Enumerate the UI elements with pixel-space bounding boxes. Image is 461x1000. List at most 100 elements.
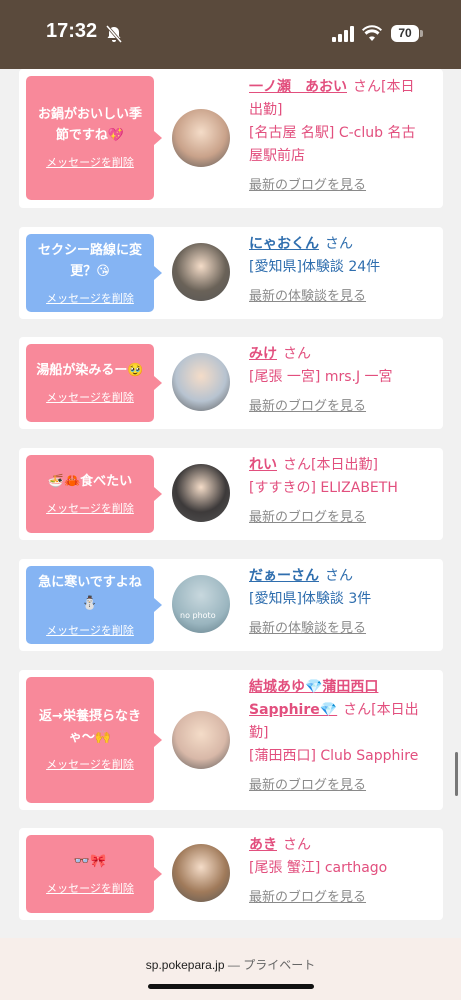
- message-card: 👓🎀 メッセージを削除 あき さん [尾張 蟹江] carthago 最新のブログを見る: [19, 828, 443, 920]
- wifi-icon: [362, 25, 382, 41]
- message-text-line: お鍋がおいしい季: [37, 107, 142, 122]
- latest-post-link[interactable]: 最新の体験談を見る: [249, 289, 366, 304]
- message-text-line: 🍜🦀食べたい: [47, 473, 133, 489]
- latest-post-row: 最新の体験談を見る: [249, 285, 435, 308]
- private-label: — プライベート: [227, 958, 316, 972]
- shop-info: [すすきの] ELIZABETH: [249, 480, 398, 496]
- message-bubble: セクシー路線に変 更？😘 メッセージを削除: [26, 234, 162, 312]
- shop-info: [名古屋 名駅] C-club 名古: [249, 125, 416, 141]
- profile-name-link[interactable]: にゃおくん: [249, 236, 319, 252]
- profile-info: みけ さん [尾張 一宮] mrs.J 一宮 最新のブログを見る: [249, 343, 435, 418]
- profile-name-link[interactable]: Sapphire💎: [249, 702, 337, 718]
- delete-message-link[interactable]: メッセージを削除: [26, 756, 154, 772]
- profile-info: 結城あゆ💎蒲田西口 Sapphire💎 さん[本日出勤] [蒲田西口] Club Sa…: [249, 676, 435, 797]
- message-bubble: 返→栄養摂らなき ゃ〜🙌 メッセージを削除: [26, 677, 162, 803]
- profile-name-link[interactable]: 結城あゆ💎蒲田西口: [249, 679, 378, 695]
- address-bar[interactable]: sp.pokepara.jp — プライベート: [0, 956, 461, 973]
- message-bubble: 急に寒いですよね ⛄ メッセージを削除: [26, 566, 162, 644]
- message-bubble: 湯船が染みるー🥹 メッセージを削除: [26, 344, 162, 422]
- delete-message-link[interactable]: メッセージを削除: [26, 290, 154, 306]
- message-text: セクシー路線に変 更？😘: [30, 240, 150, 282]
- honorific: さん: [283, 457, 311, 473]
- profile-name-link[interactable]: だぁーさん: [249, 568, 319, 584]
- avatar[interactable]: no photo: [172, 575, 230, 633]
- shop-info: [蒲田西口] Club Sapphire: [249, 748, 419, 764]
- url-label: sp.pokepara.jp: [145, 958, 225, 972]
- honorific: さん: [343, 702, 372, 718]
- avatar[interactable]: [172, 464, 230, 522]
- bubble-arrow: [154, 733, 162, 747]
- profile-info: 一ノ瀬 あおい さん[本日出勤] [名古屋 名駅] C-club 名古 屋駅前店最新の…: [249, 76, 435, 197]
- latest-post-link[interactable]: 最新の体験談を見る: [249, 621, 366, 636]
- home-indicator[interactable]: [148, 984, 314, 989]
- latest-post-link[interactable]: 最新のブログを見る: [249, 510, 366, 525]
- message-text-line: 返→栄養摂らなき: [39, 709, 141, 724]
- avatar[interactable]: [172, 353, 230, 411]
- profile-name-link[interactable]: 一ノ瀬 あおい: [249, 79, 347, 95]
- latest-post-link[interactable]: 最新のブログを見る: [249, 178, 366, 193]
- name-line: みけ さん: [249, 343, 435, 366]
- name-line: れい さん[本日出勤]: [249, 454, 435, 477]
- scrollbar[interactable]: [455, 752, 458, 796]
- delete-message-link[interactable]: メッセージを削除: [26, 389, 154, 405]
- delete-message-link[interactable]: メッセージを削除: [26, 500, 154, 516]
- profile-name-link[interactable]: れい: [249, 457, 277, 473]
- honorific: さん: [325, 236, 353, 252]
- honorific: さん: [283, 837, 311, 853]
- delete-message-link[interactable]: メッセージを削除: [26, 154, 154, 170]
- message-bubble: 👓🎀 メッセージを削除: [26, 835, 162, 913]
- latest-post-row: 最新のブログを見る: [249, 174, 435, 197]
- latest-post-link[interactable]: 最新のブログを見る: [249, 778, 366, 793]
- profile-name-link[interactable]: あき: [249, 837, 277, 853]
- delete-message-link[interactable]: メッセージを削除: [26, 622, 154, 638]
- shop-info: [尾張 蟹江] carthago: [249, 860, 388, 876]
- latest-post-link[interactable]: 最新のブログを見る: [249, 890, 366, 905]
- avatar[interactable]: [172, 109, 230, 167]
- bell-off-icon: [105, 25, 123, 43]
- message-text-line: 急に寒いですよね: [38, 575, 142, 590]
- message-text-line: セクシー路線に変: [37, 243, 142, 258]
- shift-status: [本日: [381, 79, 415, 95]
- bubble-arrow: [154, 487, 162, 501]
- message-text-line: ⛄: [81, 596, 99, 611]
- profile-name-link[interactable]: みけ: [249, 346, 277, 362]
- avatar[interactable]: [172, 844, 230, 902]
- profile-info: だぁーさん さん [愛知県]体験談 3件 最新の体験談を見る: [249, 565, 435, 640]
- name-line: 一ノ瀬 あおい さん[本日: [249, 76, 435, 99]
- avatar[interactable]: [172, 711, 230, 769]
- message-text: 湯船が染みるー🥹: [30, 360, 150, 381]
- latest-post-link[interactable]: 最新のブログを見る: [249, 399, 366, 414]
- shop-info: [尾張 一宮] mrs.J 一宮: [249, 369, 393, 385]
- battery-icon: 70: [391, 25, 423, 42]
- message-text-line: 節ですね💖: [55, 128, 125, 143]
- name-line: にゃおくん さん: [249, 233, 435, 256]
- message-text: 🍜🦀食べたい: [30, 471, 150, 492]
- message-card: セクシー路線に変 更？😘 メッセージを削除 にゃおくん さん [愛知県]体験談 24件 最新…: [19, 227, 443, 319]
- shop-info: 出勤]: [249, 102, 283, 118]
- shift-status: [本日出: [371, 702, 419, 718]
- bubble-arrow: [154, 598, 162, 612]
- message-text-line: 更？😘: [70, 264, 110, 279]
- latest-post-row: 最新のブログを見る: [249, 395, 435, 418]
- shop-info: 勤]: [249, 725, 269, 741]
- message-bubble: 🍜🦀食べたいメッセージを削除: [26, 455, 162, 533]
- message-card: 急に寒いですよね ⛄ メッセージを削除 no photo だぁーさん さん [愛知県]体験談…: [19, 559, 443, 651]
- honorific: さん: [283, 346, 311, 362]
- shop-info: 屋駅前店: [249, 148, 305, 164]
- latest-post-row: 最新のブログを見る: [249, 506, 435, 529]
- profile-info: れい さん[本日出勤] [すすきの] ELIZABETH 最新のブログを見る: [249, 454, 435, 529]
- delete-message-link[interactable]: メッセージを削除: [26, 880, 154, 896]
- name-line: 結城あゆ💎蒲田西口 Sapphire💎 さん[本日出: [249, 676, 435, 722]
- shop-info: [愛知県]体験談 24件: [249, 259, 381, 275]
- message-card: 🍜🦀食べたいメッセージを削除 れい さん[本日出勤] [すすきの] ELIZABETH…: [19, 448, 443, 540]
- signal-icon: [332, 26, 354, 42]
- no-photo-label: no photo: [180, 611, 216, 620]
- name-line: あき さん: [249, 834, 435, 857]
- bubble-arrow: [154, 376, 162, 390]
- avatar[interactable]: [172, 243, 230, 301]
- honorific: さん: [353, 79, 381, 95]
- name-line: だぁーさん さん: [249, 565, 435, 588]
- message-text-line: ゃ〜🙌: [68, 730, 112, 745]
- honorific: さん: [325, 568, 353, 584]
- latest-post-row: 最新の体験談を見る: [249, 617, 435, 640]
